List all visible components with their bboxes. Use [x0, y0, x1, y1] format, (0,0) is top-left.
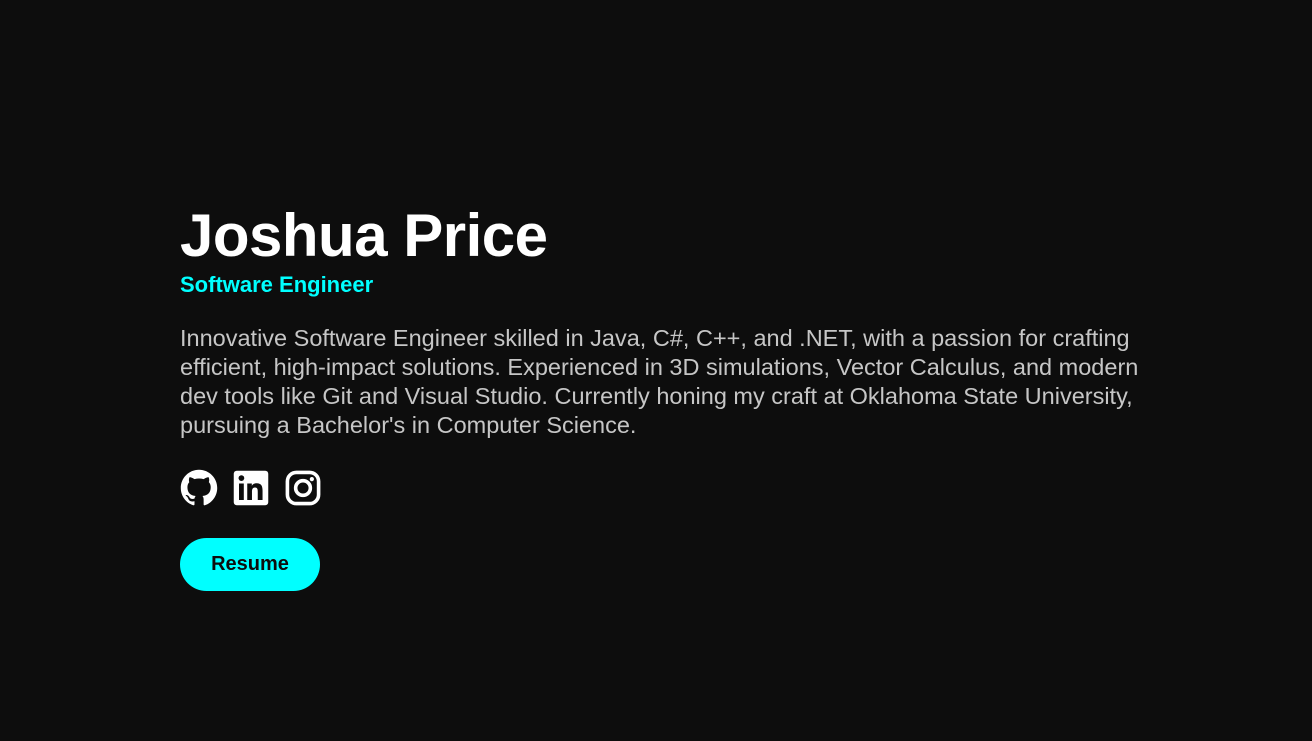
- instagram-link[interactable]: [284, 469, 322, 507]
- job-title: Software Engineer: [180, 272, 374, 297]
- page-title: Joshua Price: [180, 202, 548, 269]
- social-links: [180, 468, 1160, 508]
- github-link[interactable]: [180, 469, 218, 507]
- bio-paragraph: Innovative Software Engineer skilled in …: [180, 325, 1139, 438]
- resume-button[interactable]: Resume: [180, 538, 320, 591]
- linkedin-link[interactable]: [232, 469, 270, 507]
- github-icon: [180, 469, 218, 506]
- instagram-icon: [285, 470, 321, 506]
- linkedin-icon: [233, 470, 269, 506]
- hero-section: Joshua Price Software Engineer Innovativ…: [180, 200, 1160, 591]
